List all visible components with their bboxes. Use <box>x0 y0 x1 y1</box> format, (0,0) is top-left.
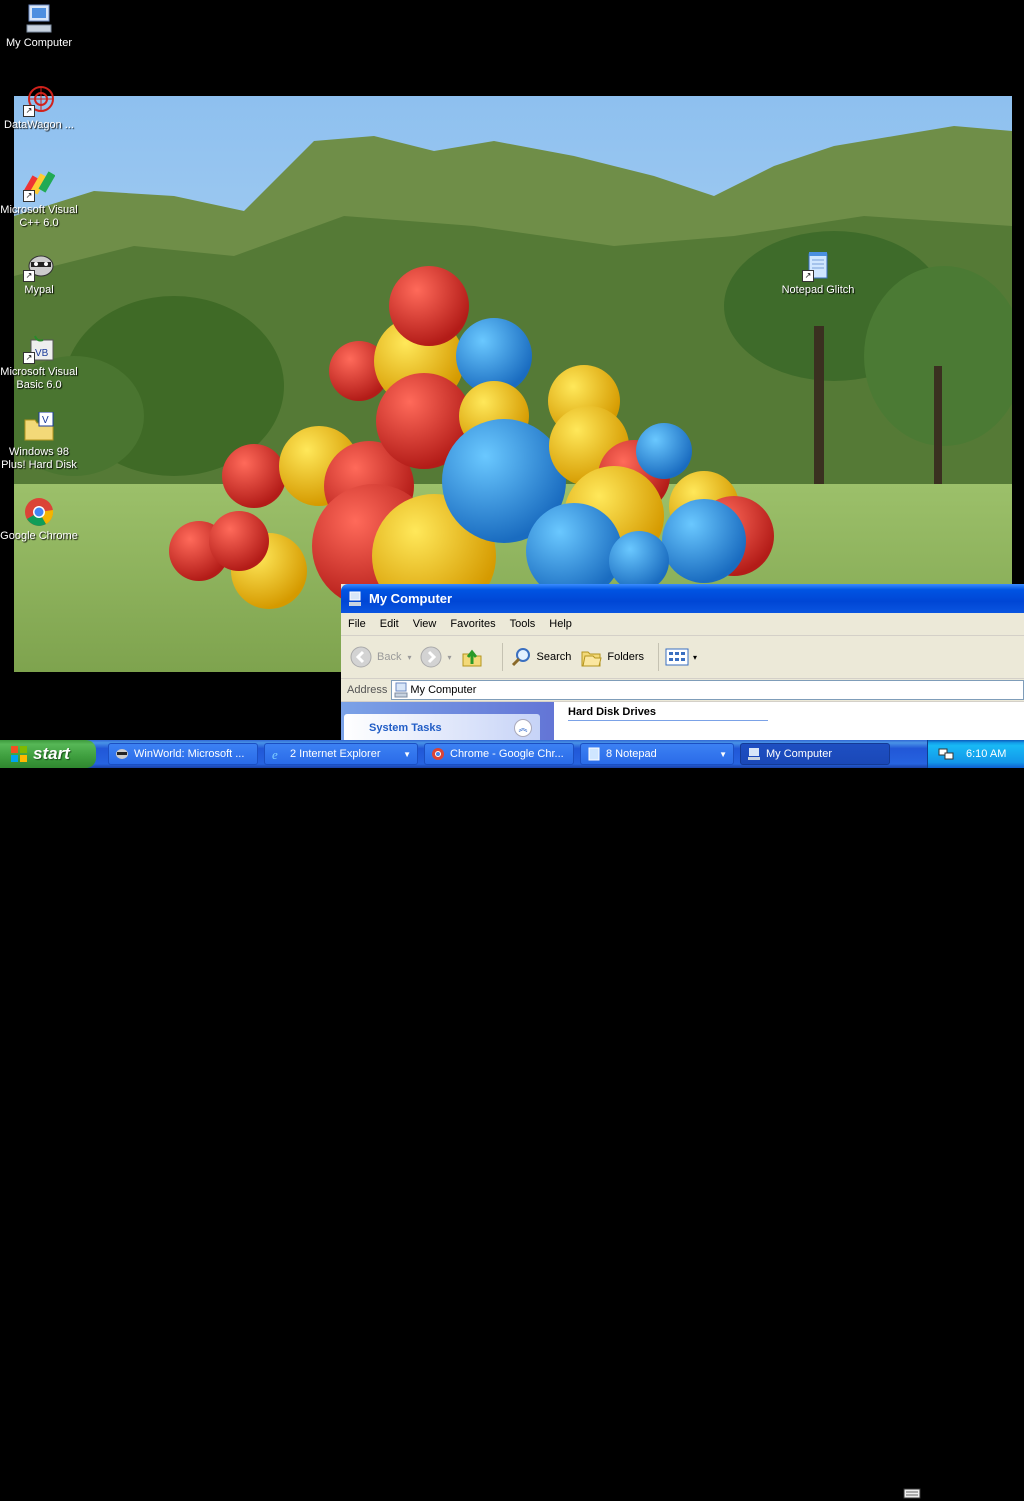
window-title: My Computer <box>369 591 453 606</box>
main-pane: Hard Disk Drives <box>554 702 1024 740</box>
address-bar: Address My Computer <box>341 679 1024 702</box>
desktop-icon-datawagon[interactable]: ↗ DataWagon ... <box>0 85 79 132</box>
shortcut-arrow-icon: ↗ <box>23 352 35 364</box>
section-header-hard-disk-drives: Hard Disk Drives <box>568 706 768 721</box>
taskbar-button-notepad[interactable]: 8 Notepad ▼ <box>580 743 734 765</box>
desktop-icon-my-computer[interactable]: My Computer <box>0 3 79 50</box>
computer-icon <box>394 682 408 698</box>
taskbar-button-my-computer[interactable]: My Computer <box>740 743 890 765</box>
toolbar-separator <box>658 643 660 671</box>
desktop-icon-mypal[interactable]: ↗ Mypal <box>0 250 79 297</box>
search-icon <box>511 648 530 667</box>
menu-tools[interactable]: Tools <box>503 618 543 630</box>
desktop-icon-visual-basic[interactable]: VB ↗ Microsoft Visual Basic 6.0 <box>0 332 79 392</box>
chrome-icon <box>23 496 55 528</box>
visual-cpp-icon: ↗ <box>22 170 56 202</box>
up-button[interactable] <box>460 645 488 669</box>
address-field[interactable]: My Computer <box>391 680 1024 700</box>
taskbar-button-internet-explorer[interactable]: e 2 Internet Explorer ▼ <box>264 743 418 765</box>
notepad-icon: ↗ <box>802 250 834 282</box>
back-arrow-icon <box>350 646 372 668</box>
menu-bar: File Edit View Favorites Tools Help <box>341 613 1024 636</box>
my-computer-window: My Computer File Edit View Favorites Too… <box>341 584 1024 740</box>
address-value: My Computer <box>410 684 477 696</box>
network-icon[interactable] <box>938 746 954 762</box>
svg-text:e: e <box>272 747 278 761</box>
shortcut-arrow-icon: ↗ <box>802 270 814 282</box>
views-icon <box>665 648 689 666</box>
computer-icon <box>748 748 760 760</box>
chrome-icon <box>432 748 444 760</box>
shortcut-arrow-icon: ↗ <box>23 270 35 282</box>
forward-button[interactable]: ▾ <box>419 645 452 669</box>
collapse-chevron-icon[interactable]: ︽ <box>514 719 532 737</box>
forward-arrow-icon <box>420 646 442 668</box>
system-tasks-title: System Tasks <box>369 722 442 734</box>
start-button[interactable]: start <box>0 740 96 768</box>
toolbar-separator <box>501 643 503 671</box>
desktop-icon-notepad-glitch[interactable]: ↗ Notepad Glitch <box>778 250 858 297</box>
svg-text:VB: VB <box>35 348 49 359</box>
back-dropdown-icon[interactable]: ▾ <box>407 653 411 662</box>
group-dropdown-icon: ▼ <box>403 749 411 759</box>
mypal-icon: ↗ <box>23 250 55 282</box>
menu-edit[interactable]: Edit <box>373 618 406 630</box>
folders-button[interactable]: Folders <box>579 645 644 669</box>
system-tasks-header[interactable]: System Tasks ︽ <box>344 714 540 740</box>
views-dropdown-icon: ▾ <box>693 652 698 662</box>
back-button[interactable]: Back ▾ <box>349 645 411 669</box>
folder-up-icon <box>462 649 481 667</box>
address-label: Address <box>347 684 388 696</box>
desktop-icon-visual-cpp[interactable]: ↗ Microsoft Visual C++ 6.0 <box>0 170 79 230</box>
desktop-icon-win98-plus[interactable]: V Windows 98 Plus! Hard Disk <box>0 411 79 472</box>
group-dropdown-icon: ▼ <box>719 749 727 759</box>
visual-basic-icon: VB ↗ <box>23 332 55 364</box>
svg-text:V: V <box>42 415 49 426</box>
datawagon-icon: ↗ <box>23 85 55 117</box>
menu-help[interactable]: Help <box>542 618 579 630</box>
menu-view[interactable]: View <box>406 618 444 630</box>
taskbar-button-chrome[interactable]: Chrome - Google Chr... <box>424 743 574 765</box>
ie-icon: e <box>272 747 278 761</box>
views-button[interactable]: ▾ <box>665 647 697 667</box>
standard-toolbar: Back ▾ ▾ Search Folders ▾ <box>341 636 1024 679</box>
folder-icon: V <box>23 411 55 444</box>
clock[interactable]: 6:10 AM <box>966 748 1006 760</box>
keyboard-icon[interactable] <box>903 1485 921 1501</box>
notepad-icon <box>588 747 600 761</box>
taskbar: start WinWorld: Microsoft ... e 2 Intern… <box>0 740 1024 1499</box>
window-titlebar[interactable]: My Computer <box>341 584 1024 613</box>
search-button[interactable]: Search <box>509 645 571 669</box>
shortcut-arrow-icon: ↗ <box>23 190 35 202</box>
forward-dropdown-icon[interactable]: ▾ <box>447 653 451 662</box>
system-tray: 6:10 AM <box>927 740 1024 768</box>
shortcut-arrow-icon: ↗ <box>23 105 35 117</box>
windows-flag-icon <box>11 746 27 762</box>
computer-icon <box>23 3 55 35</box>
task-pane: System Tasks ︽ <box>341 702 554 740</box>
taskbar-button-winworld[interactable]: WinWorld: Microsoft ... <box>108 743 258 765</box>
window-content: System Tasks ︽ Hard Disk Drives <box>341 702 1024 740</box>
mypal-icon <box>116 749 128 759</box>
folders-icon <box>581 651 602 667</box>
menu-file[interactable]: File <box>341 618 373 630</box>
computer-icon <box>349 591 361 606</box>
desktop-icon-google-chrome[interactable]: Google Chrome <box>0 496 79 543</box>
menu-favorites[interactable]: Favorites <box>443 618 502 630</box>
